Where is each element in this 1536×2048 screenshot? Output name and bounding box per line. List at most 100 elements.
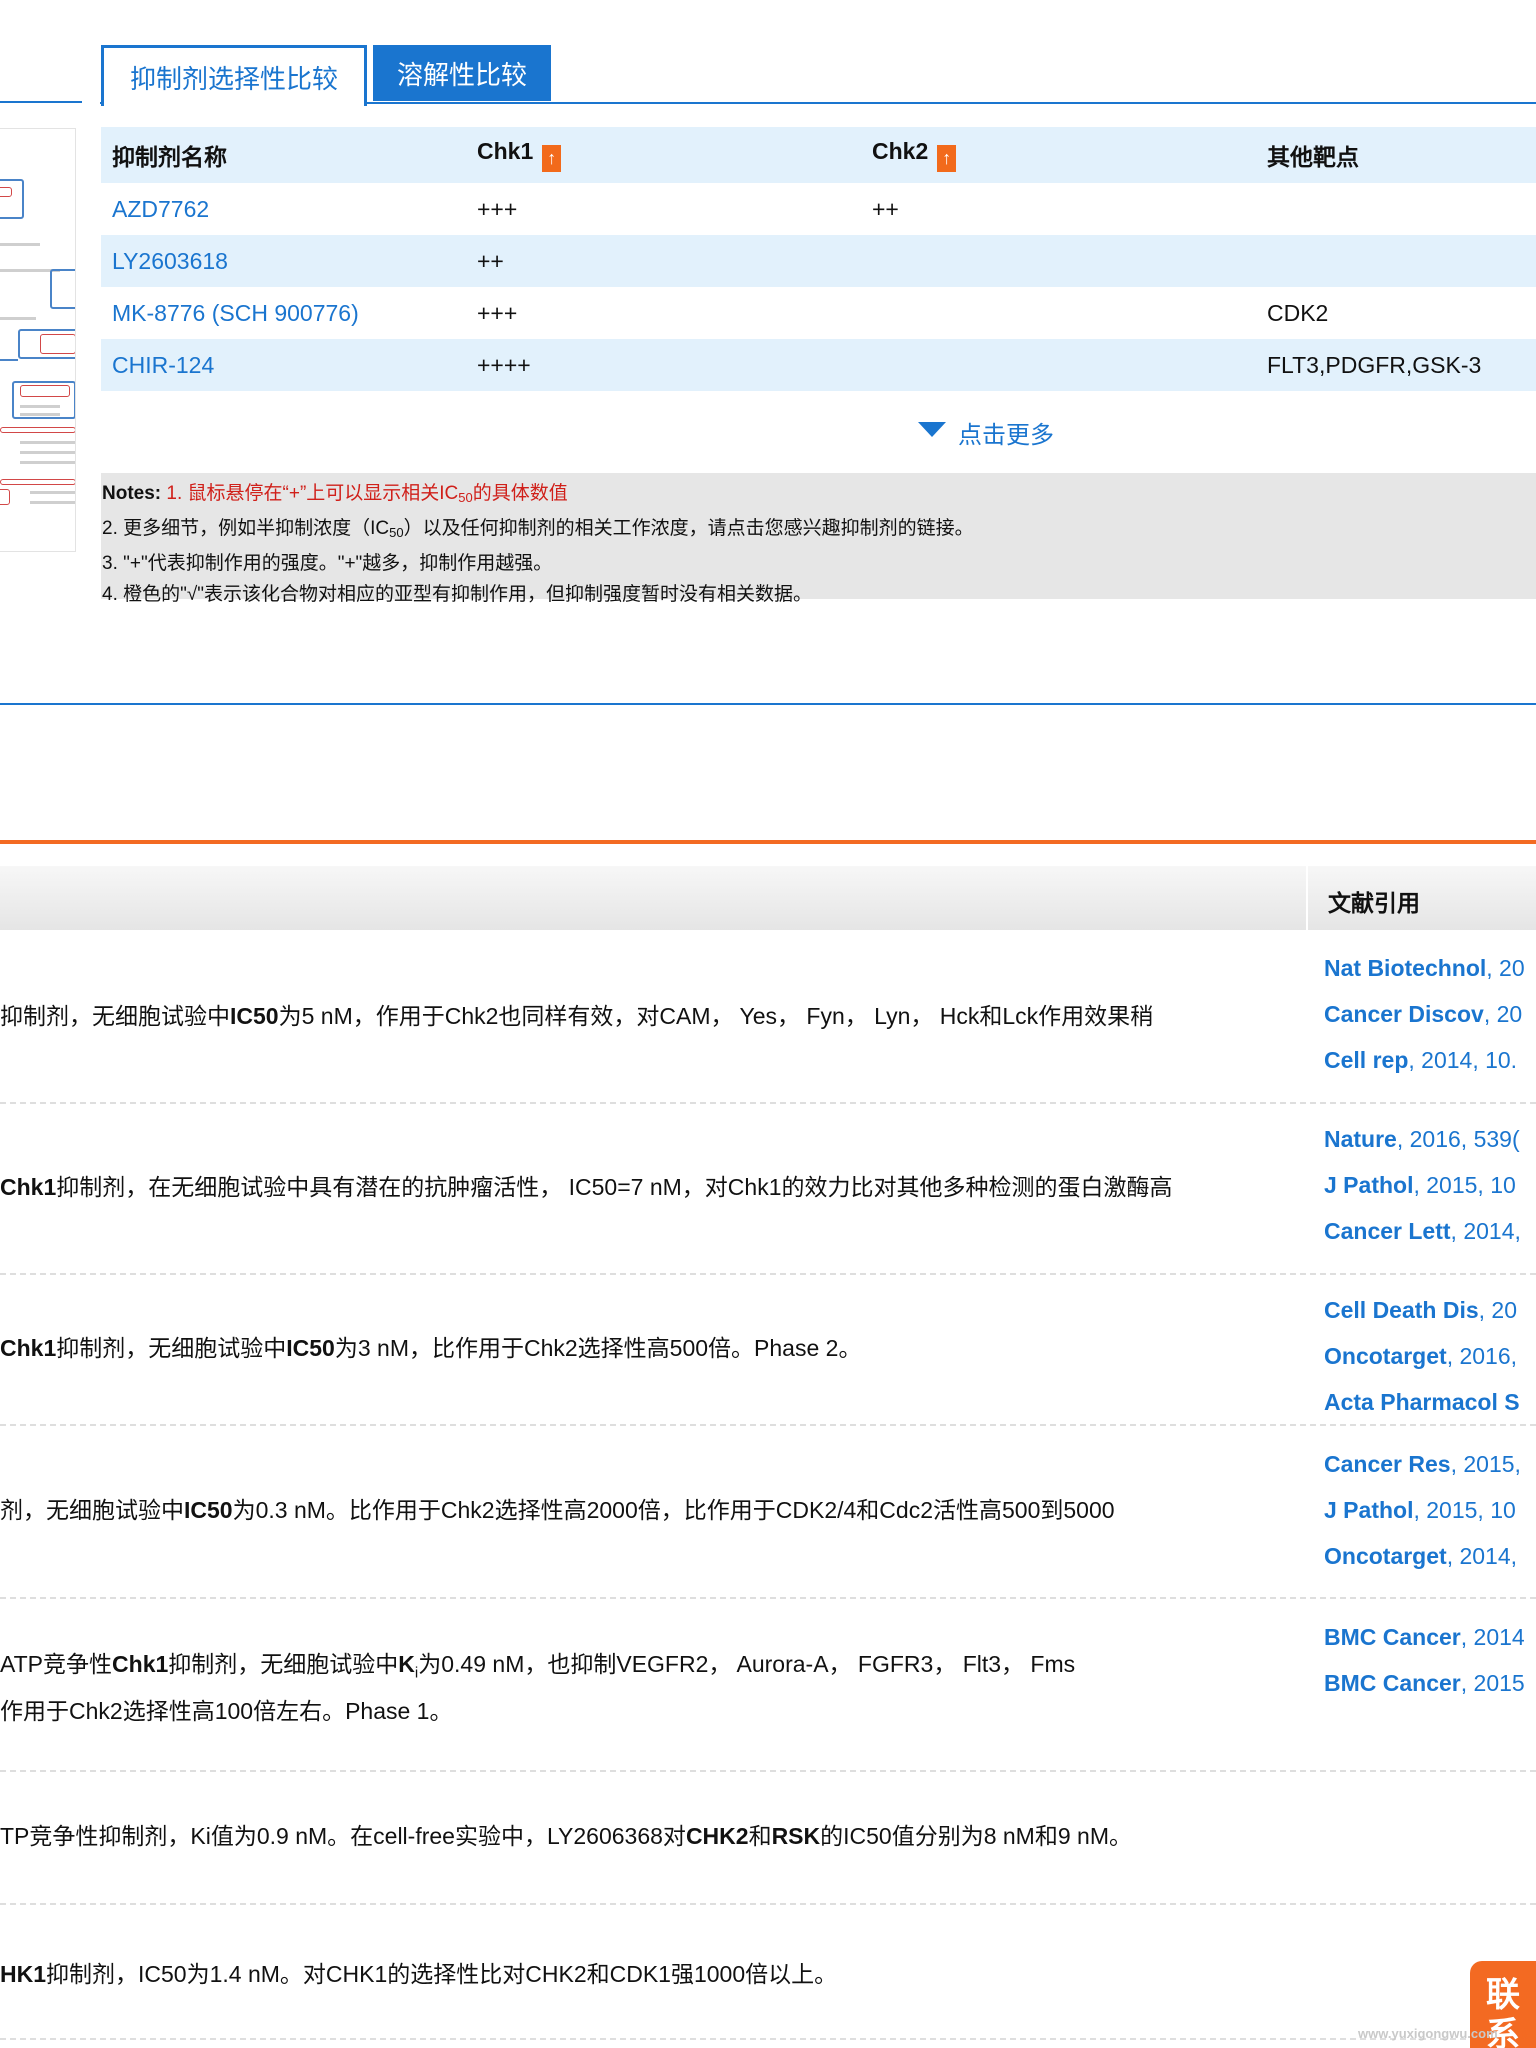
chk2-potency[interactable]: ++ [861, 183, 1256, 235]
other-targets: FLT3,PDGFR,GSK-3 [1256, 339, 1536, 391]
section-divider-orange [0, 840, 1536, 844]
header-chk1-label: Chk1 [477, 138, 534, 164]
journal-name: Acta Pharmacol S [1324, 1389, 1520, 1415]
chk1-potency[interactable]: ++++ [466, 339, 861, 391]
description-segment: Chk1 [112, 1650, 169, 1677]
table-row: AZD7762 +++ ++ [101, 183, 1536, 235]
description-segment: 为0.49 nM，也抑制VEGFR2， Aurora-A， FGFR3， Flt… [418, 1650, 1076, 1677]
inhibitor-name-link[interactable]: LY2603618 [101, 235, 466, 287]
reference-link[interactable]: Nature, 2016, 539( [1324, 1126, 1520, 1153]
reference-link[interactable]: Cancer Discov, 20 [1324, 1001, 1522, 1028]
note-1-pre: 1. 鼠标悬停在“+”上可以显示相关IC [166, 483, 459, 504]
description-line: 剂，无细胞试验中IC50为0.3 nM。比作用于Chk2选择性高2000倍，比作… [0, 1491, 1115, 1530]
other-targets [1256, 235, 1536, 287]
journal-name: Oncotarget [1324, 1343, 1447, 1369]
notes-box: Notes: 1. 鼠标悬停在“+”上可以显示相关IC50的具体数值 2. 更多… [101, 473, 1536, 605]
journal-name: Nat Biotechnol [1324, 955, 1487, 981]
citation-detail: , 20 [1486, 955, 1525, 981]
reference-link[interactable]: Cancer Res, 2015, [1324, 1451, 1521, 1478]
journal-name: Oncotarget [1324, 1543, 1447, 1569]
description-segment: 抑制剂，IC50为1.4 nM。对CHK1的选择性比对CHK2和CDK1强100… [46, 1961, 838, 1987]
reference-link[interactable]: Oncotarget, 2016, [1324, 1343, 1517, 1370]
triangle-down-icon [918, 422, 946, 437]
inhibitor-name-link[interactable]: MK-8776 (SCH 900776) [101, 287, 466, 339]
row-separator [0, 1424, 1536, 1426]
description-segment: Chk1 [0, 1335, 57, 1361]
citation-detail: , 2014, [1446, 1543, 1518, 1569]
chk1-potency[interactable]: +++ [466, 287, 861, 339]
reference-link[interactable]: Cell Death Dis, 20 [1324, 1297, 1517, 1324]
journal-name: Nature [1324, 1126, 1397, 1152]
description-segment: 为5 nM，作用于Chk2也同样有效，对CAM， Yes， Fyn， Lyn， … [278, 1003, 1154, 1029]
journal-name: Cancer Res [1324, 1451, 1451, 1477]
row-separator [0, 2038, 1536, 2040]
journal-name: Cell rep [1324, 1047, 1409, 1073]
header-chk1[interactable]: Chk1 ↑ [466, 127, 861, 183]
inhibitor-name-link[interactable]: AZD7762 [101, 183, 466, 235]
journal-name: Cancer Lett [1324, 1218, 1451, 1244]
description-segment: 抑制剂，在无细胞试验中具有潜在的抗肿瘤活性， IC50=7 nM，对Chk1的效… [56, 1174, 1173, 1200]
reference-link[interactable]: Cell rep, 2014, 10. [1324, 1047, 1517, 1074]
chk1-potency[interactable]: +++ [466, 183, 861, 235]
show-more-label: 点击更多 [958, 422, 1054, 449]
sort-arrow-icon[interactable]: ↑ [542, 145, 562, 172]
reference-link[interactable]: BMC Cancer, 2014 [1324, 1624, 1525, 1651]
product-description: TP竞争性抑制剂，Ki值为0.9 nM。在cell-free实验中，LY2606… [0, 1817, 1132, 1856]
note-3: 3. "+"代表抑制作用的强度。"+"越多，抑制作用越强。 [102, 553, 553, 574]
reference-link[interactable]: Oncotarget, 2014, [1324, 1543, 1517, 1570]
citation-detail: , 20 [1483, 1001, 1523, 1027]
pathway-diagram-thumbnail[interactable] [0, 128, 76, 552]
tab-solubility-comparison[interactable]: 溶解性比较 [373, 45, 551, 101]
description-segment: 为3 nM，比作用于Chk2选择性高500倍。Phase 2。 [334, 1335, 862, 1361]
reference-link[interactable]: Cancer Lett, 2014, [1324, 1218, 1521, 1245]
header-divider [1306, 866, 1308, 930]
reference-link[interactable]: J Pathol, 2015, 10 [1324, 1497, 1516, 1524]
citation-detail: , 20 [1478, 1297, 1518, 1323]
chk2-potency[interactable] [861, 339, 1256, 391]
inhibitor-selectivity-table: 抑制剂名称 Chk1 ↑ Chk2 ↑ 其他靶点 AZD7762 +++ ++ LY… [101, 127, 1536, 391]
sort-arrow-icon[interactable]: ↑ [937, 145, 957, 172]
journal-name: BMC Cancer [1324, 1624, 1461, 1650]
chk2-potency[interactable] [861, 287, 1256, 339]
description-segment: 抑制剂，无细胞试验中 [56, 1335, 287, 1361]
show-more-link[interactable]: 点击更多 [918, 415, 1054, 450]
description-segment: ATP竞争性 [0, 1650, 113, 1677]
note-2-sub: 50 [389, 525, 404, 540]
description-segment: RSK [771, 1823, 821, 1849]
header-chk2[interactable]: Chk2 ↑ [861, 127, 1256, 183]
description-line: Chk1抑制剂，在无细胞试验中具有潜在的抗肿瘤活性， IC50=7 nM，对Ch… [0, 1168, 1172, 1207]
reference-link[interactable]: J Pathol, 2015, 10 [1324, 1172, 1516, 1199]
citation-detail: , 2016, [1446, 1343, 1518, 1369]
description-segment: TP竞争性抑制剂，Ki值为0.9 nM。在cell-free实验中，LY2606… [0, 1823, 686, 1849]
chk1-potency[interactable]: ++ [466, 235, 861, 287]
tab-selectivity-comparison[interactable]: 抑制剂选择性比较 [101, 45, 367, 106]
row-separator [0, 1597, 1536, 1599]
note-1-post: 的具体数值 [472, 483, 568, 504]
note-2: 2. 更多细节，例如半抑制浓度（IC50）以及任何抑制剂的相关工作浓度，请点击您… [102, 513, 1536, 548]
journal-name: J Pathol [1324, 1172, 1414, 1198]
description-line: TP竞争性抑制剂，Ki值为0.9 nM。在cell-free实验中，LY2606… [0, 1817, 1132, 1856]
citation-detail: , 2014 [1460, 1624, 1525, 1650]
description-segment: IC50 [230, 1003, 279, 1029]
header-references: 文献引用 [1328, 890, 1420, 916]
header-inhibitor-name: 抑制剂名称 [101, 127, 466, 183]
reference-link[interactable]: Nat Biotechnol, 20 [1324, 955, 1525, 982]
description-segment: K [398, 1650, 415, 1677]
description-line: 作用于Chk2选择性高100倍左右。Phase 1。 [0, 1698, 453, 1725]
description-segment: CHK2 [685, 1823, 749, 1849]
chk2-potency[interactable] [861, 235, 1256, 287]
watermark: www.yuxigongwu.com [1358, 2026, 1498, 2041]
product-description: 剂，无细胞试验中IC50为0.3 nM。比作用于Chk2选择性高2000倍，比作… [0, 1491, 1115, 1530]
note-2-pre: 2. 更多细节，例如半抑制浓度（IC [102, 518, 390, 539]
product-description: 抑制剂，无细胞试验中IC50为5 nM，作用于Chk2也同样有效，对CAM， Y… [0, 997, 1153, 1036]
journal-name: Cell Death Dis [1324, 1297, 1479, 1323]
note-4: 4. 橙色的"√"表示该化合物对相应的亚型有抑制作用，但抑制强度暂时没有相关数据… [102, 584, 813, 605]
description-segment: HK1 [0, 1961, 47, 1987]
inhibitor-name-link[interactable]: CHIR-124 [101, 339, 466, 391]
other-targets [1256, 183, 1536, 235]
row-separator [0, 1273, 1536, 1275]
citation-detail: , 2015, 10 [1413, 1497, 1516, 1523]
reference-link[interactable]: BMC Cancer, 2015 [1324, 1670, 1525, 1697]
description-segment: 抑制剂，无细胞试验中 [168, 1650, 399, 1677]
reference-link[interactable]: Acta Pharmacol S [1324, 1389, 1520, 1416]
